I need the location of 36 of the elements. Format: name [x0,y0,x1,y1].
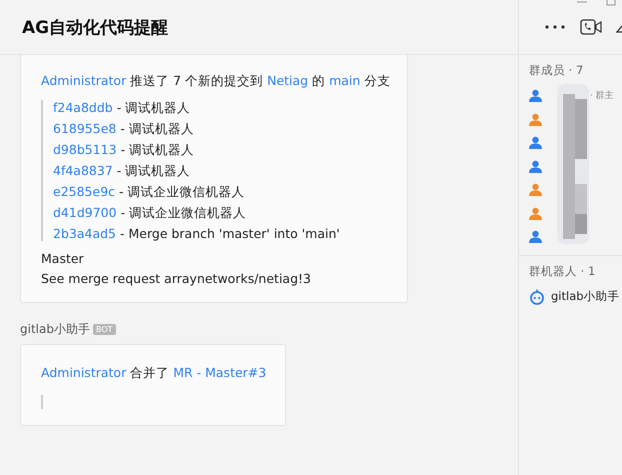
message-text: See merge request arraynetworks/netiag!3 [41,271,312,286]
section-heading: 群成员 · 7 [529,63,584,78]
commit-link[interactable]: 618955e8 [53,121,116,136]
message-text: 分支 [364,73,390,88]
commit-message: - 调试机器人 [120,142,194,157]
commit-message: - 调试机器人 [120,121,194,136]
user-link[interactable]: Administrator [41,73,126,88]
bot-name[interactable]: gitlab小助手 [551,289,620,304]
bot-badge: BOT [92,324,116,335]
commit-link[interactable]: f24a8ddb [53,100,113,115]
video-call-icon[interactable] [580,19,602,35]
message-text: 的 [312,73,326,88]
commit-link[interactable]: 2b3a4ad5 [53,226,116,241]
message-text: 合并了 [130,365,170,380]
message-text: Master [41,251,85,266]
owner-label: · 群主 [590,90,614,102]
window-title: AG自动化代码提醒 [22,16,168,38]
commit-link[interactable]: 4f4a8837 [53,163,113,178]
commit-message: - Merge branch 'master' into 'main' [120,226,340,241]
maximize-icon[interactable] [606,0,616,6]
commit-message: - 调试机器人 [116,100,190,115]
commit-message: - 调试企业微信机器人 [120,205,246,220]
user-link[interactable]: Administrator [41,365,126,380]
commit-link[interactable]: e2585e9c [53,184,116,199]
commit-message: - 调试机器人 [116,163,190,178]
commit-message: - 调试企业微信机器人 [119,184,244,199]
robot-icon [529,288,545,304]
more-icon[interactable] [544,23,566,31]
commit-link[interactable]: d41d9700 [53,205,117,220]
section-heading: 群机器人 · 1 [519,254,622,278]
branch-link[interactable]: main [329,73,360,88]
commit-link[interactable]: d98b5113 [53,142,117,157]
message-text: 推送了 7 个新的提交到 [130,73,264,88]
merge-request-link[interactable]: MR - Master#3 [173,365,266,380]
sender-name: gitlab小助手 [20,321,90,338]
project-link[interactable]: Netiag [267,73,308,88]
